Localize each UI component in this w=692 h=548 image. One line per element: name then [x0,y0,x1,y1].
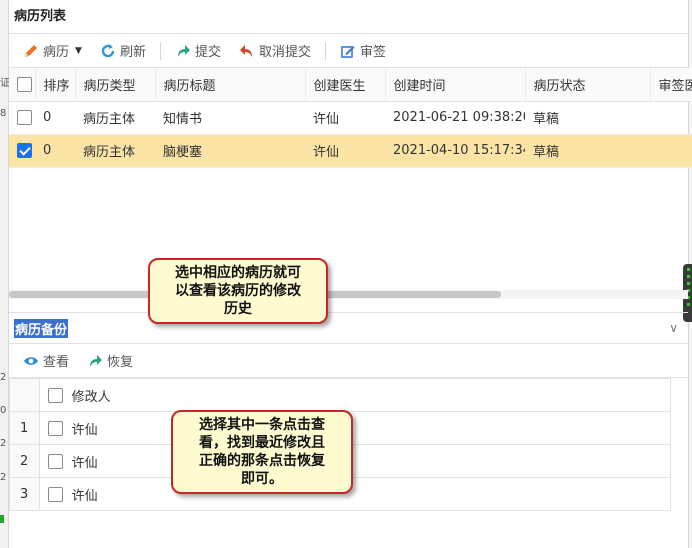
select-all-cell[interactable] [39,378,64,412]
review-button[interactable]: 审签 [340,41,386,60]
select-all-cell[interactable] [9,68,36,102]
restore-label: 恢复 [107,355,134,370]
submit-button[interactable]: 提交 [175,41,221,60]
column-header-created[interactable]: 创建时间 [385,68,526,102]
column-header-modifier[interactable]: 修改人 [63,378,671,412]
restore-arrow-icon [90,354,103,367]
row-checkbox[interactable] [48,453,64,469]
cell-type: 病历主体 [75,101,155,135]
refresh-button[interactable]: 刷新 [100,41,146,60]
cancel-submit-label: 取消提交 [258,45,311,60]
edit-sign-icon [341,45,355,58]
cell-modifier: 许仙 [63,411,671,445]
cancel-submit-button[interactable]: 取消提交 [239,41,311,60]
row-number: 2 [9,444,41,478]
cell-status: 草稿 [525,134,650,168]
case-menu-button[interactable]: 病历 ▼ [23,41,82,60]
backup-title-bar: 病历备份 ∨ [9,312,688,344]
cell-doctor: 许仙 [305,134,385,168]
cell-modifier: 许仙 [63,477,671,511]
view-button[interactable]: 查看 [23,351,69,370]
edge-glyph: 2 [0,438,7,449]
cell-doctor: 许仙 [305,101,385,135]
table-row-selected[interactable]: 0 病历主体 脑梗塞 许仙 2021-04-10 15:17:34 草稿 [9,134,692,168]
cell-type: 病历主体 [75,134,155,168]
annotation-callout-select-case: 选中相应的病历就可 以查看该病历的修改 历史 [148,258,328,324]
case-list-toolbar: 病历 ▼ 刷新 提交 取消提交 审签 [9,34,688,68]
submit-label: 提交 [194,45,221,60]
case-menu-label: 病历 [43,45,70,60]
annotation-callout-restore: 选择其中一条点击查 看，找到最近修改且 正确的那条点击恢复 即可。 [171,410,353,494]
backup-title: 病历备份 [14,318,69,338]
edge-glyph: 2 [0,372,7,383]
status-indicator [0,515,4,523]
column-header-doctor[interactable]: 创建医生 [305,68,386,102]
view-label: 查看 [43,355,70,370]
column-header-type[interactable]: 病历类型 [75,68,156,102]
row-checkbox-checked[interactable] [17,143,32,158]
row-checkbox[interactable] [17,110,32,125]
backup-table-header: 修改人 [9,378,671,412]
column-header-status[interactable]: 病历状态 [525,68,651,102]
edge-glyph: 2 [0,472,7,483]
cell-title: 知情书 [155,101,305,135]
pencil-icon [25,44,37,57]
row-number: 3 [9,477,41,511]
review-label: 审签 [359,45,386,60]
case-table-header: 排序 病历类型 病历标题 创建医生 创建时间 病历状态 审签医 [9,68,692,102]
cell-title: 脑梗塞 [155,134,305,168]
column-header-order[interactable]: 排序 [35,68,76,102]
row-checkbox[interactable] [48,486,64,502]
eye-icon [24,356,38,365]
screen: 证 8 2 0 2 2 病历列表 病历 ▼ 刷新 提交 取消提交 审签 排序 病… [0,0,692,548]
refresh-icon [101,43,115,57]
cell-created: 2021-06-21 09:38:20 [385,101,525,135]
caret-down-icon: ▼ [75,45,82,56]
toolbar-divider [159,41,161,60]
table-row[interactable]: 0 病历主体 知情书 许仙 2021-06-21 09:38:20 草稿 [9,101,692,135]
background-panel-edge: 证 8 2 0 2 2 [0,0,9,548]
case-list-title: 病历列表 [9,0,688,34]
edge-glyph: 0 [0,405,7,416]
submit-arrow-icon [177,44,190,57]
column-header-title[interactable]: 病历标题 [155,68,306,102]
case-list-panel: 病历列表 病历 ▼ 刷新 提交 取消提交 审签 排序 病历类型 病历标题 创建医… [9,0,692,306]
column-header-reviewer[interactable]: 审签医 [650,68,692,102]
refresh-label: 刷新 [119,45,146,60]
restore-button[interactable]: 恢复 [87,351,133,370]
select-all-checkbox[interactable] [17,76,32,92]
edge-glyph: 8 [0,108,7,119]
cancel-arrow-icon [239,44,252,57]
cell-status: 草稿 [525,101,650,135]
row-checkbox[interactable] [48,420,64,436]
case-table: 排序 病历类型 病历标题 创建医生 创建时间 病历状态 审签医 0 病历主体 知… [9,68,692,168]
cell-modifier: 许仙 [63,444,671,478]
cell-order: 0 [35,101,75,135]
edge-glyph: 证 [0,78,9,89]
row-number: 1 [9,411,41,445]
backup-toolbar: 查看 恢复 [9,344,688,378]
cell-order: 0 [35,134,75,168]
toolbar-divider [324,41,326,60]
chevron-down-icon[interactable]: ∨ [669,321,678,335]
cell-created: 2021-04-10 15:17:34 [385,134,525,168]
select-all-checkbox[interactable] [48,387,64,403]
horizontal-scrollbar[interactable] [9,290,688,299]
